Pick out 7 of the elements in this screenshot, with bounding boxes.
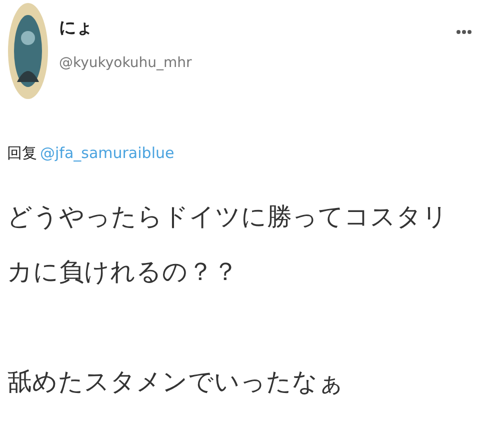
reply-handle-link[interactable]: @jfa_samuraiblue	[40, 144, 174, 163]
reply-label: 回复	[7, 144, 37, 163]
more-icon[interactable]	[456, 29, 472, 35]
tweet-text: どうやったらドイツに勝ってコスタリカに負けれるの？？	[7, 201, 449, 288]
display-name[interactable]: にょ	[59, 16, 456, 39]
tweet-text: 舐めたスタメンでいったなぁ	[7, 366, 345, 398]
user-handle[interactable]: @kyukyokuhu_mhr	[59, 55, 456, 71]
